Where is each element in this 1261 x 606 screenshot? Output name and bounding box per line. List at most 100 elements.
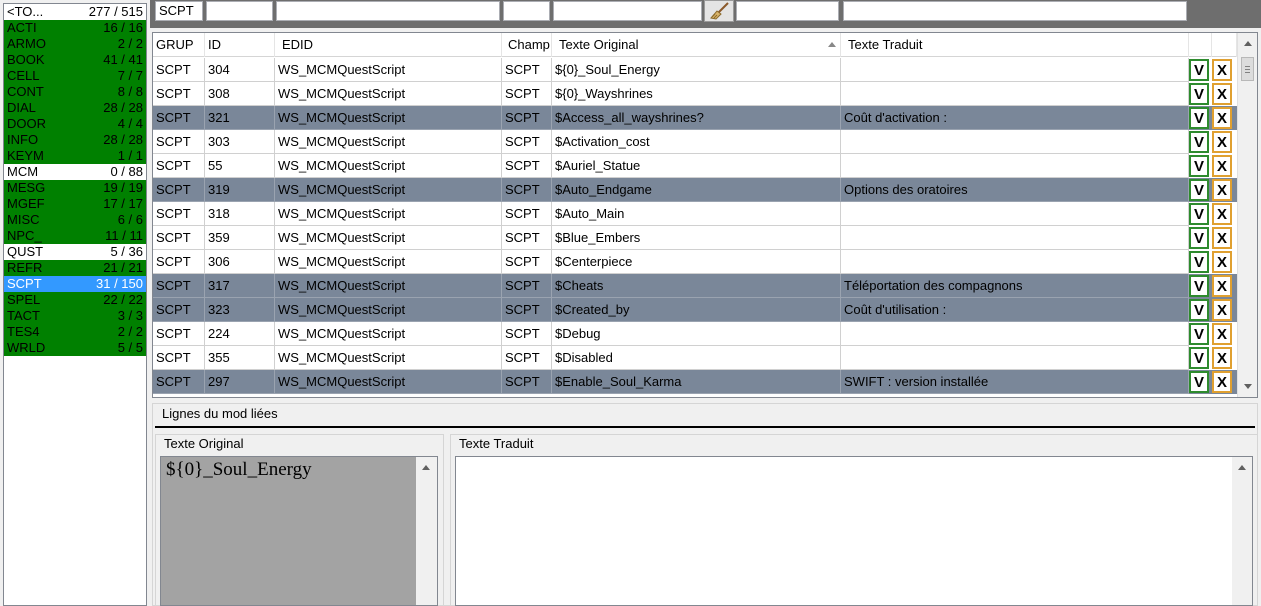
- cancel-button[interactable]: X: [1212, 179, 1232, 201]
- cell-id[interactable]: 359: [205, 226, 275, 250]
- category-item[interactable]: TACT 3 / 3: [4, 308, 146, 324]
- cell-traduit[interactable]: [841, 82, 1189, 106]
- cell-champ[interactable]: SCPT: [502, 58, 552, 82]
- cell-champ[interactable]: SCPT: [502, 106, 552, 130]
- filter-id-input[interactable]: [206, 1, 273, 21]
- translated-text-scrollbar[interactable]: [1232, 457, 1252, 605]
- table-row[interactable]: SCPT 304 WS_MCMQuestScript SCPT ${0}_Soul_En…: [153, 58, 1237, 82]
- cell-grup[interactable]: SCPT: [153, 106, 205, 130]
- scroll-up-icon[interactable]: [422, 465, 430, 470]
- validate-button[interactable]: V: [1189, 203, 1209, 225]
- filter-edid-input[interactable]: [276, 1, 500, 21]
- validate-button[interactable]: V: [1189, 107, 1209, 129]
- cancel-button[interactable]: X: [1212, 299, 1232, 321]
- table-row[interactable]: SCPT 321 WS_MCMQuestScript SCPT $Access_all_…: [153, 106, 1237, 130]
- category-item[interactable]: MCM 0 / 88: [4, 164, 146, 180]
- category-item[interactable]: DIAL 28 / 28: [4, 100, 146, 116]
- cell-original[interactable]: $Auto_Main: [552, 202, 841, 226]
- filter-extra-input[interactable]: [736, 1, 839, 21]
- scroll-up-icon[interactable]: [1244, 41, 1252, 46]
- column-header-id[interactable]: ID: [205, 33, 275, 57]
- cancel-button[interactable]: X: [1212, 203, 1232, 225]
- column-header-original[interactable]: Texte Original: [552, 33, 841, 57]
- cell-grup[interactable]: SCPT: [153, 370, 205, 394]
- validate-button[interactable]: V: [1189, 83, 1209, 105]
- cell-champ[interactable]: SCPT: [502, 346, 552, 370]
- cell-champ[interactable]: SCPT: [502, 250, 552, 274]
- cell-edid[interactable]: WS_MCMQuestScript: [275, 178, 502, 202]
- cell-original[interactable]: $Enable_Soul_Karma: [552, 370, 841, 394]
- cell-traduit[interactable]: [841, 58, 1189, 82]
- cell-champ[interactable]: SCPT: [502, 370, 552, 394]
- cell-id[interactable]: 55: [205, 154, 275, 178]
- original-text-box[interactable]: ${0}_Soul_Energy: [160, 456, 438, 606]
- cancel-button[interactable]: X: [1212, 251, 1232, 273]
- cell-traduit[interactable]: [841, 346, 1189, 370]
- validate-button[interactable]: V: [1189, 59, 1209, 81]
- cell-id[interactable]: 355: [205, 346, 275, 370]
- cell-original[interactable]: ${0}_Soul_Energy: [552, 58, 841, 82]
- cancel-button[interactable]: X: [1212, 83, 1232, 105]
- category-item[interactable]: QUST 5 / 36: [4, 244, 146, 260]
- cell-grup[interactable]: SCPT: [153, 58, 205, 82]
- filter-original-input[interactable]: [553, 1, 702, 21]
- cell-traduit[interactable]: SWIFT : version installée: [841, 370, 1189, 394]
- cell-edid[interactable]: WS_MCMQuestScript: [275, 58, 502, 82]
- cell-grup[interactable]: SCPT: [153, 298, 205, 322]
- cell-grup[interactable]: SCPT: [153, 250, 205, 274]
- category-item[interactable]: ARMO 2 / 2: [4, 36, 146, 52]
- scroll-thumb[interactable]: [1241, 57, 1254, 81]
- category-item[interactable]: INFO 28 / 28: [4, 132, 146, 148]
- table-row[interactable]: SCPT 355 WS_MCMQuestScript SCPT $Disabled V X: [153, 346, 1237, 370]
- category-item[interactable]: MGEF 17 / 17: [4, 196, 146, 212]
- validate-button[interactable]: V: [1189, 251, 1209, 273]
- cell-traduit[interactable]: [841, 250, 1189, 274]
- cell-id[interactable]: 308: [205, 82, 275, 106]
- cell-original[interactable]: $Cheats: [552, 274, 841, 298]
- validate-button[interactable]: V: [1189, 347, 1209, 369]
- cell-traduit[interactable]: Coût d'utilisation :: [841, 298, 1189, 322]
- cell-champ[interactable]: SCPT: [502, 298, 552, 322]
- cancel-button[interactable]: X: [1212, 107, 1232, 129]
- original-text-scrollbar[interactable]: [416, 457, 437, 605]
- cell-grup[interactable]: SCPT: [153, 154, 205, 178]
- cell-id[interactable]: 317: [205, 274, 275, 298]
- validate-button[interactable]: V: [1189, 299, 1209, 321]
- cell-edid[interactable]: WS_MCMQuestScript: [275, 202, 502, 226]
- cancel-button[interactable]: X: [1212, 347, 1232, 369]
- table-row[interactable]: SCPT 297 WS_MCMQuestScript SCPT $Enable_Soul…: [153, 370, 1237, 394]
- validate-button[interactable]: V: [1189, 227, 1209, 249]
- cell-traduit[interactable]: [841, 202, 1189, 226]
- cell-edid[interactable]: WS_MCMQuestScript: [275, 106, 502, 130]
- category-item[interactable]: CONT 8 / 8: [4, 84, 146, 100]
- cell-traduit[interactable]: [841, 130, 1189, 154]
- cancel-button[interactable]: X: [1212, 371, 1232, 393]
- cell-grup[interactable]: SCPT: [153, 178, 205, 202]
- cell-original[interactable]: $Centerpiece: [552, 250, 841, 274]
- cell-grup[interactable]: SCPT: [153, 202, 205, 226]
- cancel-button[interactable]: X: [1212, 323, 1232, 345]
- cell-id[interactable]: 318: [205, 202, 275, 226]
- cell-id[interactable]: 303: [205, 130, 275, 154]
- cell-edid[interactable]: WS_MCMQuestScript: [275, 298, 502, 322]
- table-row[interactable]: SCPT 224 WS_MCMQuestScript SCPT $Debug V X: [153, 322, 1237, 346]
- cell-edid[interactable]: WS_MCMQuestScript: [275, 154, 502, 178]
- cell-grup[interactable]: SCPT: [153, 274, 205, 298]
- validate-button[interactable]: V: [1189, 371, 1209, 393]
- cell-edid[interactable]: WS_MCMQuestScript: [275, 250, 502, 274]
- cell-edid[interactable]: WS_MCMQuestScript: [275, 274, 502, 298]
- filter-traduit-input[interactable]: [843, 1, 1187, 21]
- table-row[interactable]: SCPT 319 WS_MCMQuestScript SCPT $Auto_Endgam…: [153, 178, 1237, 202]
- column-header-traduit[interactable]: Texte Traduit: [841, 33, 1189, 57]
- table-row[interactable]: SCPT 318 WS_MCMQuestScript SCPT $Auto_Main V X: [153, 202, 1237, 226]
- cancel-button[interactable]: X: [1212, 155, 1232, 177]
- cell-champ[interactable]: SCPT: [502, 154, 552, 178]
- cell-traduit[interactable]: [841, 154, 1189, 178]
- cancel-button[interactable]: X: [1212, 131, 1232, 153]
- cell-grup[interactable]: SCPT: [153, 130, 205, 154]
- translation-grid[interactable]: GRUP ID EDID Champ Texte Original Texte …: [152, 32, 1258, 398]
- table-row[interactable]: SCPT 306 WS_MCMQuestScript SCPT $Centerpiece…: [153, 250, 1237, 274]
- cell-edid[interactable]: WS_MCMQuestScript: [275, 130, 502, 154]
- category-list[interactable]: <TO... 277 / 515 ACTI 16 / 16 ARMO 2 / 2 BOOK 4…: [3, 3, 147, 606]
- cell-edid[interactable]: WS_MCMQuestScript: [275, 370, 502, 394]
